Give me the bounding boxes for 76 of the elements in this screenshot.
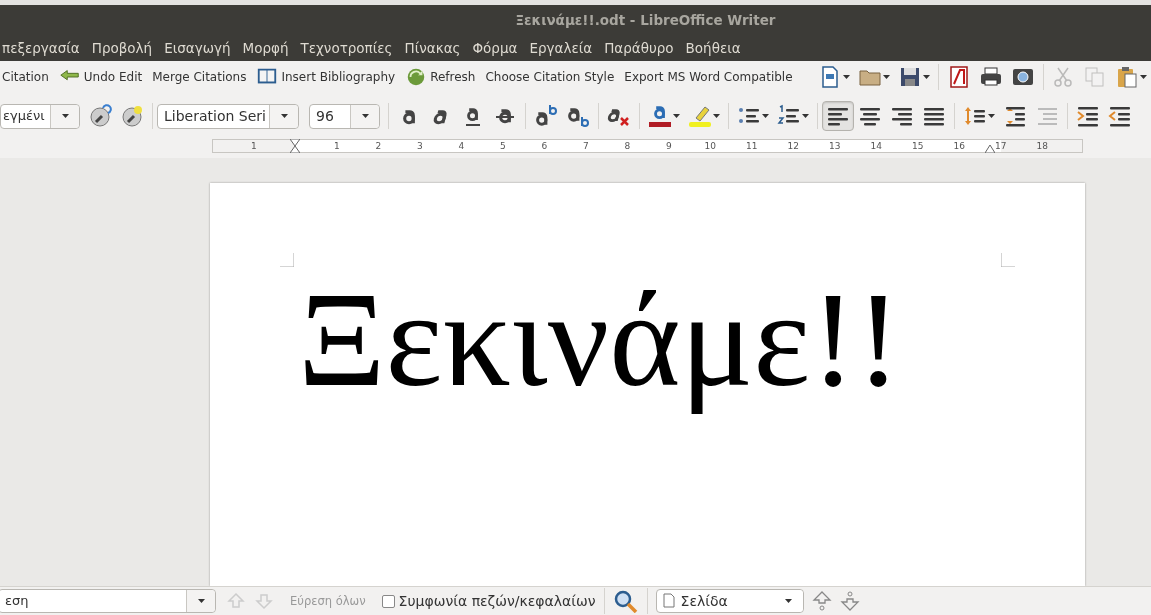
font-size-combo[interactable]: 96 [309,103,380,129]
caret-icon [61,114,69,118]
menu-item[interactable]: Τεχνοτροπίες [294,39,399,56]
paragraph-style-combo[interactable]: εγμένι [0,103,80,129]
caret-icon [785,599,793,603]
paragraph-spacing-icon [1003,104,1027,128]
menu-item[interactable]: Βοήθεια [679,39,747,56]
menu-item[interactable]: Φόρμα [466,39,524,56]
copy-icon [1083,65,1107,89]
ruler-number: 17 [995,141,1007,151]
ruler-number: 16 [953,141,965,151]
font-name-combo[interactable]: Liberation Seri [157,103,299,129]
window-title: Ξεκινάμε!!.odt - LibreOffice Writer [515,11,776,28]
toolbar-button[interactable]: Undo Edit [53,66,148,88]
caret-icon [197,599,205,603]
font-color-icon [648,104,672,128]
search-field[interactable]: εση [0,589,216,613]
ruler-number: 13 [829,141,841,151]
caret-icon [361,114,369,118]
toolbar-button[interactable]: Insert Bibliography [251,66,401,88]
ruler-number: 18 [1036,141,1048,151]
caret-icon [762,114,769,118]
margin-corner-icon [280,253,294,267]
toolbar-button[interactable]: Export MS Word Compatible [619,70,798,84]
decrease-indent-icon [1108,104,1132,128]
menu-item[interactable]: πεξεργασία [0,39,86,56]
menu-item[interactable]: Εισαγωγή [158,39,237,56]
ruler-number: 4 [458,141,465,151]
ruler-number: 1 [333,141,340,151]
highlighter-icon [688,104,712,128]
ruler-number: 10 [704,141,716,151]
menu-item[interactable]: Πίνακας [398,39,467,56]
ruler-number: 15 [912,141,924,151]
search-by-combo[interactable]: Σελίδα [655,589,804,613]
caret-icon [280,114,288,118]
caret-icon [673,114,680,118]
match-case-checkbox[interactable] [381,594,395,608]
ruler-number: 14 [870,141,882,151]
toolbar-button[interactable]: Choose Citation Style [480,70,620,84]
ruler-number: 6 [541,141,548,151]
menu-item[interactable]: Εργαλεία [523,39,599,56]
next-page-icon[interactable] [839,590,860,612]
toolbar-button[interactable]: Citation [0,70,54,84]
clipboard-icon [1115,65,1139,89]
printer-icon [978,65,1003,89]
ruler-number: 7 [582,141,589,151]
page-icon [662,593,675,608]
ruler-number: 5 [499,141,506,151]
superscript-icon [534,104,558,128]
caret-icon [988,114,995,118]
ruler-number: 3 [416,141,423,151]
search-icon[interactable] [612,589,639,613]
ruler-number: 8 [624,141,631,151]
match-case-label: Συμφωνία πεζών/κεφαλαίων [398,593,596,609]
menu-item[interactable]: Προβολή [85,39,159,56]
ruler-number: 9 [665,141,672,151]
ruler-number: 2 [375,141,382,151]
toolbar-button[interactable] [822,101,854,131]
ruler-number: 11 [746,141,758,151]
ruler-number: 12 [787,141,799,151]
previous-page-icon[interactable] [811,590,832,612]
toolbar-button[interactable]: Merge Citations [147,70,252,84]
indent-marker-icon [290,139,300,153]
caret-icon [713,114,720,118]
ruler-number: 1 [250,141,257,151]
caret-icon [843,75,851,79]
caret-icon [1140,75,1147,79]
scissors-icon [1051,65,1075,89]
menu-item[interactable]: Παράθυρο [598,39,680,56]
caret-icon [923,75,931,79]
menu-item[interactable]: Μορφή [236,39,295,56]
margin-corner-icon [1001,253,1015,267]
toolbar-button[interactable]: Refresh [400,66,481,88]
caret-icon [802,114,809,118]
increase-indent-icon [1076,104,1100,128]
caret-icon [883,75,891,79]
